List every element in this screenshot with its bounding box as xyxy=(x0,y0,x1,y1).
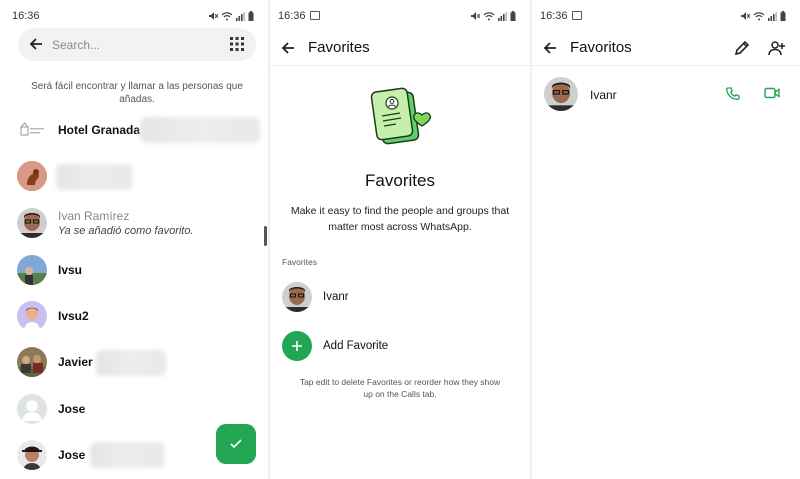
contact-avatar xyxy=(282,282,312,312)
mute-icon xyxy=(209,12,218,20)
status-icons xyxy=(740,11,786,21)
favorite-name: Ivanr xyxy=(590,88,617,102)
contact-avatar xyxy=(17,440,47,470)
dialpad-icon[interactable] xyxy=(230,37,244,51)
mute-icon xyxy=(741,12,750,20)
redacted-text xyxy=(56,164,132,190)
video-call-icon[interactable] xyxy=(764,87,780,99)
search-bar xyxy=(18,28,256,61)
status-icons xyxy=(208,11,254,21)
contact-row[interactable]: Ivan Ramírez Ya se añadió como favorito. xyxy=(0,203,268,243)
gallery-icon xyxy=(572,11,582,20)
battery-icon xyxy=(510,11,516,21)
wifi-icon xyxy=(483,12,495,21)
contact-avatar xyxy=(17,301,47,331)
contact-row[interactable]: Javier xyxy=(0,342,268,382)
contact-name: Ivsu xyxy=(58,263,83,277)
wifi-icon xyxy=(221,12,233,21)
voice-call-icon[interactable] xyxy=(726,87,740,101)
battery-icon xyxy=(248,11,254,21)
contact-avatar xyxy=(17,208,47,238)
contact-name: Ivan Ramírez xyxy=(58,209,130,223)
battery-icon xyxy=(780,11,786,21)
status-bar: 16:36 xyxy=(0,8,268,26)
page-title: Favoritos xyxy=(570,39,632,56)
signal-icon xyxy=(768,12,777,21)
check-icon xyxy=(230,439,242,449)
favorite-row[interactable]: Ivanr xyxy=(532,76,800,112)
signal-icon xyxy=(236,12,245,21)
contact-name: Ivsu2 xyxy=(58,309,89,323)
redacted-text xyxy=(140,117,260,143)
wifi-icon xyxy=(753,12,765,21)
add-favorite-button[interactable]: Add Favorite xyxy=(270,330,530,364)
status-time: 16:36 xyxy=(12,10,40,22)
back-arrow-icon[interactable] xyxy=(542,40,558,56)
contact-name: Jose xyxy=(58,448,86,462)
status-icons xyxy=(470,11,516,21)
contact-avatar xyxy=(17,347,47,377)
redacted-text xyxy=(96,350,166,376)
back-arrow-icon[interactable] xyxy=(28,36,44,52)
favorite-row[interactable]: Ivanr xyxy=(270,281,530,315)
empty-state-description: Make it easy to find the people and grou… xyxy=(290,205,510,233)
search-input[interactable] xyxy=(52,36,212,53)
edit-pencil-icon[interactable] xyxy=(734,40,750,56)
contact-name: Javier xyxy=(58,355,93,369)
empty-state-title: Favorites xyxy=(365,171,435,190)
app-bar: Favorites xyxy=(270,32,530,66)
status-time: 16:36 xyxy=(540,10,568,22)
section-header: Favorites xyxy=(282,257,317,267)
page-title: Favorites xyxy=(308,39,370,56)
add-person-icon[interactable] xyxy=(768,40,786,56)
default-person-icon xyxy=(17,394,47,424)
contact-row[interactable] xyxy=(0,156,268,196)
footer-hint: Tap edit to delete Favorites or reorder … xyxy=(299,377,501,399)
confirm-button[interactable] xyxy=(216,424,256,464)
contact-avatar xyxy=(17,161,47,191)
scrollbar[interactable] xyxy=(264,226,267,246)
add-favorite-label: Add Favorite xyxy=(323,340,389,352)
favoritos-list-screen: 16:36 Favoritos Ivanr xyxy=(530,0,800,479)
contact-name: Jose xyxy=(58,402,86,416)
plus-icon xyxy=(282,331,312,361)
contact-row[interactable]: Ivsu2 xyxy=(0,296,268,336)
back-arrow-icon[interactable] xyxy=(280,40,296,56)
favorite-name: Ivanr xyxy=(323,291,349,303)
status-bar: 16:36 xyxy=(532,8,800,26)
redacted-text xyxy=(90,442,164,468)
favorites-illustration-icon xyxy=(370,87,431,145)
contact-picker-screen: 16:36 Será fácil encontrar y llamar a la… xyxy=(0,0,268,479)
status-bar: 16:36 xyxy=(270,8,530,26)
contact-avatar xyxy=(544,77,578,111)
contact-row[interactable]: Hotel Granada xyxy=(0,110,268,150)
app-bar: Favoritos xyxy=(532,32,800,66)
already-favorite-note: Ya se añadió como favorito. xyxy=(58,225,194,237)
mute-icon xyxy=(471,12,480,20)
hotel-logo-icon xyxy=(17,115,47,145)
contact-name: Hotel Granada xyxy=(58,123,141,137)
contact-row[interactable]: Ivsu xyxy=(0,250,268,290)
signal-icon xyxy=(498,12,507,21)
contact-avatar xyxy=(17,255,47,285)
status-time: 16:36 xyxy=(278,10,306,22)
gallery-icon xyxy=(310,11,320,20)
picker-hint: Será fácil encontrar y llamar a las pers… xyxy=(31,81,243,105)
contact-row[interactable]: Jose xyxy=(0,389,268,429)
favorites-empty-screen: 16:36 Favorites Favorites Make it easy t… xyxy=(268,0,530,479)
